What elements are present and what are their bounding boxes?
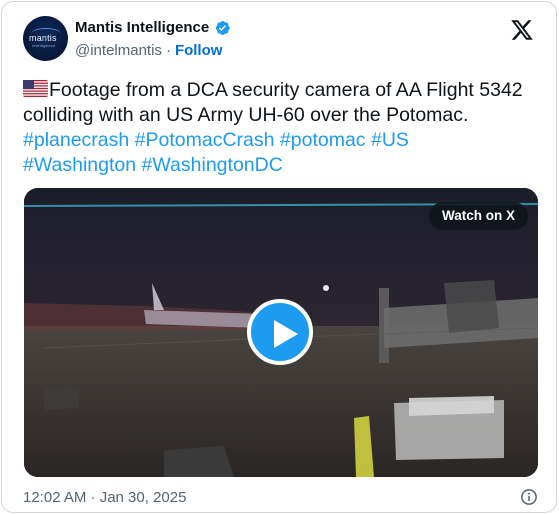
hashtag-washingtondc[interactable]: #WashingtonDC [142, 154, 283, 176]
watch-on-x-button[interactable]: Watch on X [429, 202, 528, 230]
separator-dot: · [165, 42, 171, 59]
us-flag-icon [23, 80, 48, 97]
tweet-header: mantis intelligence Mantis Intelligence … [20, 16, 538, 68]
play-button[interactable] [247, 299, 313, 365]
avatar[interactable]: mantis intelligence [23, 16, 68, 61]
handle-row: @intelmantis · Follow [75, 41, 231, 61]
tweet-footer: 12:02 AM · Jan 30, 2025 [23, 488, 543, 508]
hashtag-list: #planecrash #PotomacCrash #potomac #US #… [23, 129, 409, 176]
verified-badge-icon [216, 21, 230, 35]
author-name-row: Mantis Intelligence [75, 18, 231, 38]
timestamp[interactable]: 12:02 AM · Jan 30, 2025 [23, 489, 186, 506]
hashtag-potomaccrash[interactable]: #PotomacCrash [135, 129, 275, 151]
hashtag-planecrash[interactable]: #planecrash [23, 129, 129, 151]
hashtag-potomac[interactable]: #potomac [280, 129, 366, 151]
x-logo-icon[interactable] [510, 18, 534, 42]
hashtag-washington[interactable]: #Washington [23, 154, 136, 176]
author-block: Mantis Intelligence @intelmantis · Follow [75, 18, 231, 61]
tweet-text: Footage from a DCA security camera of AA… [23, 78, 543, 178]
author-name[interactable]: Mantis Intelligence [75, 18, 209, 38]
avatar-logo-text: mantis [29, 33, 57, 43]
hashtag-us[interactable]: #US [371, 129, 409, 151]
video-player[interactable]: Watch on X [24, 188, 538, 477]
info-icon[interactable] [520, 488, 538, 506]
play-icon [274, 320, 298, 348]
tweet-card[interactable]: mantis intelligence Mantis Intelligence … [1, 1, 557, 513]
tweet-body: Footage from a DCA security camera of AA… [23, 79, 523, 126]
avatar-logo-subtext: intelligence [32, 43, 56, 48]
follow-button[interactable]: Follow [175, 42, 223, 59]
author-handle[interactable]: @intelmantis [75, 42, 162, 59]
